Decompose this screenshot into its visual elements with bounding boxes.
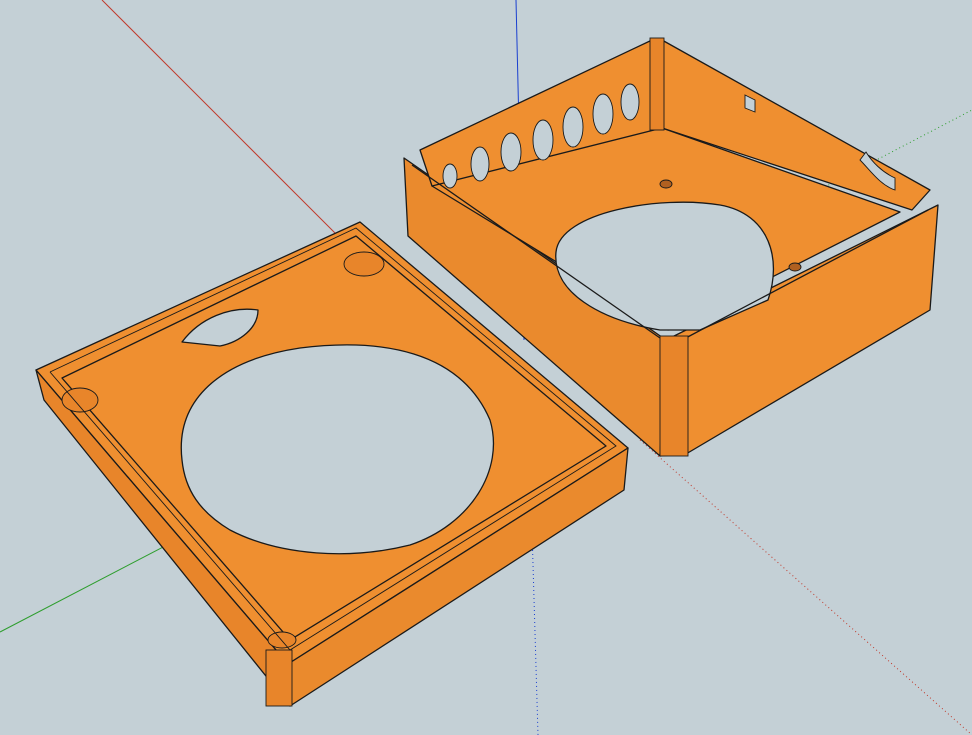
lid-corner-boss — [343, 251, 385, 277]
vent-hole — [532, 119, 554, 161]
vent-hole — [500, 132, 522, 172]
3d-viewport[interactable] — [0, 0, 972, 735]
vent-hole — [620, 83, 640, 121]
blue-axis-dotted — [531, 529, 539, 735]
base-corner-post — [659, 335, 689, 457]
lid-fan-cutout — [180, 344, 495, 555]
base-back-corner-post — [649, 37, 665, 131]
lid-corner-post — [265, 649, 293, 707]
vent-hole — [592, 93, 614, 135]
base-screw-hole — [788, 262, 802, 272]
red-axis-dotted — [639, 439, 972, 735]
vent-hole — [442, 163, 458, 189]
vent-hole — [470, 146, 490, 182]
base-screw-hole — [659, 179, 673, 189]
lid-corner-boss — [267, 631, 297, 649]
vent-hole — [562, 106, 584, 148]
